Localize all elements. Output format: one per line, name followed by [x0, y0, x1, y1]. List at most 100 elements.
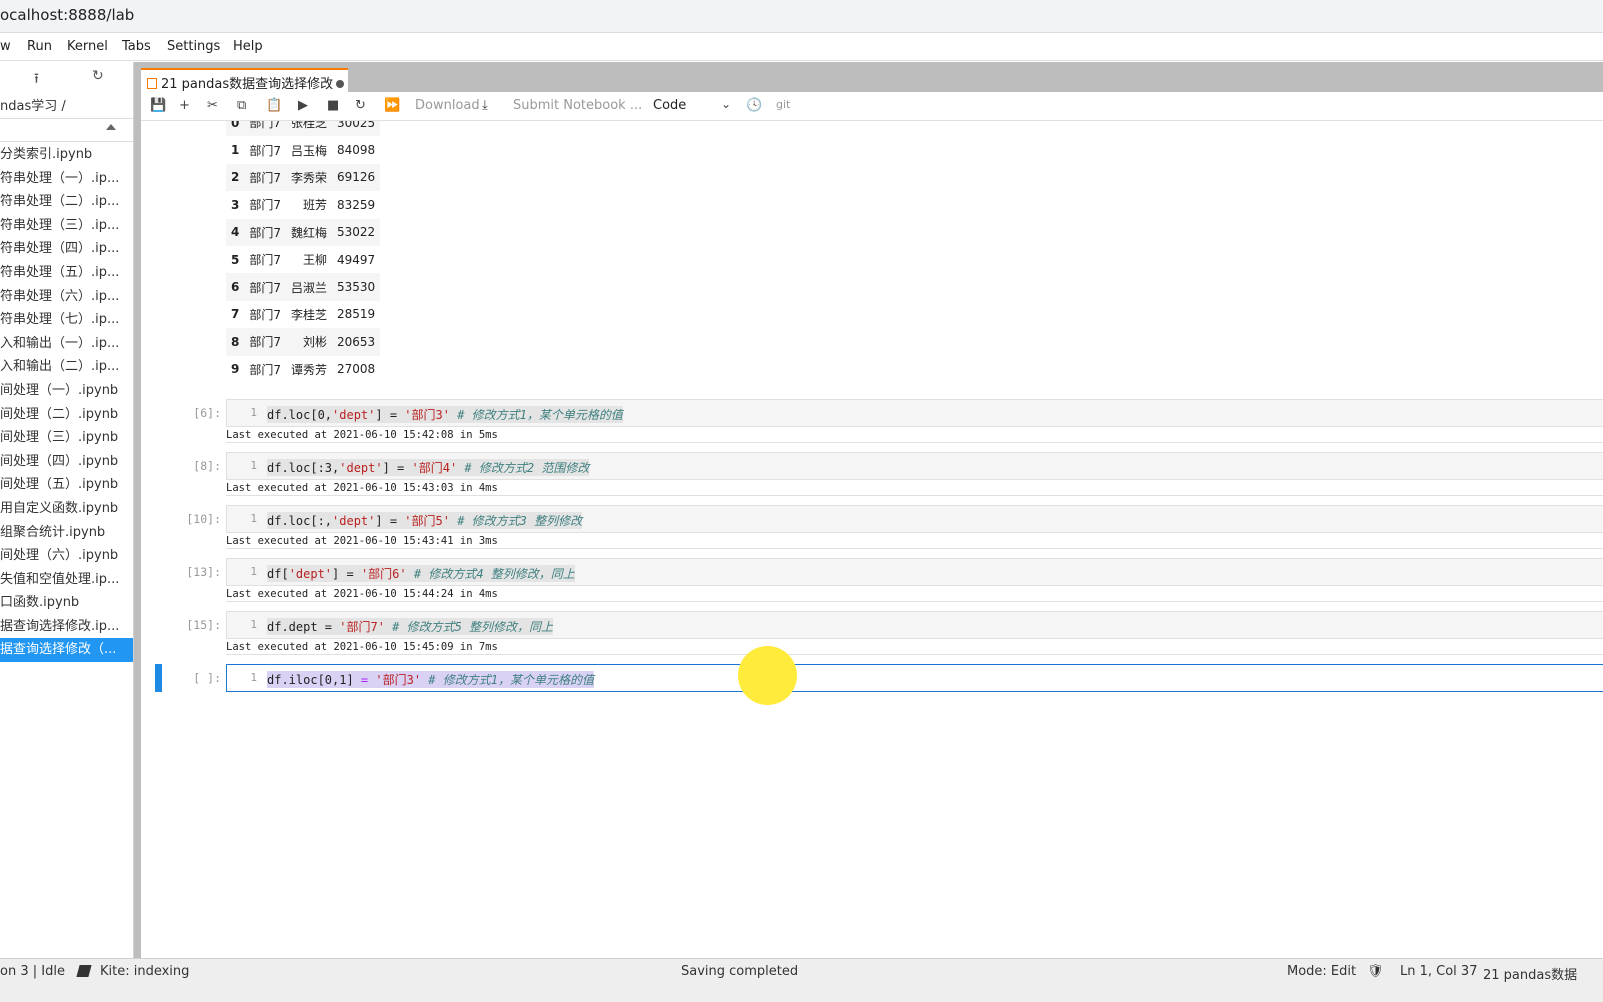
cell-editor[interactable]: 1 df.loc[0,'dept'] = '部门3' # 修改方式1，某个单元格的…: [226, 399, 1603, 427]
file-item[interactable]: 符串处理（七）.ip...: [0, 308, 133, 332]
file-item[interactable]: 口函数.ipynb: [0, 591, 133, 615]
download-button[interactable]: Download: [415, 98, 480, 113]
code-line[interactable]: df.iloc[0,1] = '部门3' # 修改方式1，某个单元格的值: [267, 671, 594, 688]
code-line[interactable]: df.loc[:,'dept'] = '部门5' # 修改方式3 整列修改: [267, 512, 583, 529]
file-item[interactable]: 间处理（六）.ipynb: [0, 544, 133, 568]
add-cell-icon[interactable]: +: [179, 98, 190, 113]
table-cell-name: 吕玉梅: [291, 143, 328, 158]
code-comment: # 修改方式3 整列修改: [449, 514, 583, 528]
chevron-down-icon[interactable]: ⌄: [721, 97, 731, 111]
sort-ascending-icon[interactable]: [106, 124, 116, 130]
file-item[interactable]: 失值和空值处理.ip...: [0, 568, 133, 592]
file-item[interactable]: 分类索引.ipynb: [0, 143, 133, 167]
menu-kernel[interactable]: Kernel: [67, 39, 108, 54]
file-item[interactable]: 符串处理（六）.ip...: [0, 285, 133, 309]
file-item[interactable]: 入和输出（二）.ip...: [0, 355, 133, 379]
code-text: df.loc[:3,: [267, 461, 340, 475]
table-cell-dept: 部门7: [249, 198, 281, 213]
file-item[interactable]: 符串处理（一）.ip...: [0, 167, 133, 191]
code-string: '部门3': [404, 408, 450, 422]
kite-icon: [76, 965, 92, 977]
table-cell-val: 69126: [332, 163, 381, 192]
notebook-panel: 💾 + ✂ ⧉ 📋 ▶ ■ ↻ ⏩ Download ⤓ Submit Note…: [141, 92, 1603, 974]
code-comment: # 修改方式2 范围修改: [457, 461, 590, 475]
line-number: 1: [250, 671, 257, 684]
menu-help[interactable]: Help: [233, 39, 263, 54]
cell-editor[interactable]: 1 df.iloc[0,1] = '部门3' # 修改方式1，某个单元格的值: [226, 664, 1603, 692]
refresh-icon[interactable]: ↻: [92, 68, 104, 84]
fast-forward-icon[interactable]: ⏩: [384, 98, 400, 113]
url-text[interactable]: ocalhost:8888/lab: [0, 6, 134, 24]
code-text: ] =: [375, 514, 405, 528]
tab-notebook[interactable]: 21 pandas数据查询选择修改: [141, 68, 348, 92]
file-item[interactable]: 间处理（二）.ipynb: [0, 403, 133, 427]
table-cell-dept: 部门7: [249, 307, 281, 322]
file-item[interactable]: 据查询选择修改.ip...: [0, 615, 133, 639]
code-line[interactable]: df.loc[0,'dept'] = '部门3' # 修改方式1，某个单元格的值: [267, 406, 623, 423]
line-number: 1: [250, 618, 257, 631]
submit-notebook-button[interactable]: Submit Notebook ...: [513, 98, 642, 113]
cell-editor[interactable]: 1 df.loc[:3,'dept'] = '部门4' # 修改方式2 范围修改: [226, 452, 1603, 480]
submit-download-icon[interactable]: ⤓: [482, 98, 488, 113]
file-item[interactable]: 符串处理（四）.ip...: [0, 237, 133, 261]
code-line[interactable]: df['dept'] = '部门6' # 修改方式4 整列修改，同上: [267, 565, 575, 582]
file-item[interactable]: 符串处理（三）.ip...: [0, 214, 133, 238]
table-cell-name: 张桂芝: [286, 121, 333, 137]
cell-type-select[interactable]: Code: [653, 98, 686, 113]
file-item[interactable]: 间处理（五）.ipynb: [0, 473, 133, 497]
file-item[interactable]: 符串处理（二）.ip...: [0, 190, 133, 214]
code-line[interactable]: df.dept = '部门7' # 修改方式5 整列修改，同上: [267, 618, 554, 635]
menu-settings[interactable]: Settings: [167, 39, 220, 54]
table-cell-idx: 8: [226, 328, 245, 356]
table-cell-idx: 2: [226, 163, 245, 192]
save-icon[interactable]: 💾: [150, 98, 166, 113]
table-cell-val: 84098: [337, 143, 376, 158]
code-string: '部门4': [411, 461, 458, 475]
cell-editor[interactable]: 1 df['dept'] = '部门6' # 修改方式4 整列修改，同上: [226, 558, 1603, 586]
cell-prompt: [6]:: [193, 406, 221, 420]
notebook-toolbar: 💾 + ✂ ⧉ 📋 ▶ ■ ↻ ⏩ Download ⤓ Submit Note…: [141, 92, 1603, 121]
mouse-cursor-highlight: [738, 646, 797, 705]
restart-icon[interactable]: ↻: [355, 98, 366, 113]
git-button[interactable]: git: [776, 98, 790, 111]
table-cell-val: 49497: [337, 252, 376, 267]
file-item[interactable]: 间处理（一）.ipynb: [0, 379, 133, 403]
file-item[interactable]: 据查询选择修改（...: [0, 638, 133, 663]
mode-status[interactable]: Mode: Edit: [1287, 964, 1356, 979]
cell-divider: [226, 442, 1603, 443]
cell-editor[interactable]: 1 df.dept = '部门7' # 修改方式5 整列修改，同上: [226, 611, 1603, 639]
main-area: 21 pandas数据查询选择修改 💾 + ✂ ⧉ 📋 ▶ ■ ↻ ⏩ Down…: [134, 62, 1603, 974]
code-line[interactable]: df.loc[:3,'dept'] = '部门4' # 修改方式2 范围修改: [267, 459, 590, 476]
unsaved-dot-icon[interactable]: [336, 80, 345, 88]
kite-status[interactable]: Kite: indexing: [100, 964, 189, 979]
paste-icon[interactable]: 📋: [266, 98, 282, 113]
execution-time: Last executed at 2021-06-10 15:45:09 in …: [226, 641, 498, 653]
file-item[interactable]: 入和输出（一）.ip...: [0, 332, 133, 356]
execution-time: Last executed at 2021-06-10 15:42:08 in …: [226, 429, 498, 441]
table-row: 3 部门7 班芳 83259: [226, 191, 380, 218]
upload-icon[interactable]: ⭱: [34, 68, 39, 92]
menu-view[interactable]: w: [0, 39, 11, 54]
file-item[interactable]: 符串处理（五）.ip...: [0, 261, 133, 285]
status-bar: on 3 | Idle Kite: indexing Saving comple…: [0, 958, 1603, 1002]
clock-icon[interactable]: 🕓: [746, 98, 762, 113]
file-item[interactable]: 间处理（三）.ipynb: [0, 426, 133, 450]
breadcrumb[interactable]: ndas学习 /: [0, 95, 66, 114]
menu-tabs[interactable]: Tabs: [122, 39, 151, 54]
browser-address-bar[interactable]: ocalhost:8888/lab: [0, 0, 1603, 33]
file-item[interactable]: 用自定义函数.ipynb: [0, 497, 133, 521]
file-item[interactable]: 组聚合统计.ipynb: [0, 521, 133, 545]
execution-time: Last executed at 2021-06-10 15:44:24 in …: [226, 588, 498, 600]
cut-icon[interactable]: ✂: [207, 98, 218, 113]
menu-run[interactable]: Run: [27, 39, 52, 54]
cell-editor[interactable]: 1 df.loc[:,'dept'] = '部门5' # 修改方式3 整列修改: [226, 505, 1603, 533]
stop-icon[interactable]: ■: [327, 98, 339, 113]
file-list-header[interactable]: [0, 118, 133, 142]
cursor-position[interactable]: Ln 1, Col 37: [1400, 964, 1477, 979]
kernel-status[interactable]: on 3 | Idle: [0, 964, 65, 979]
copy-icon[interactable]: ⧉: [237, 98, 246, 113]
run-icon[interactable]: ▶: [298, 98, 308, 113]
notebook-content[interactable]: 0 部门7 张桂芝 30025 1 部门7 吕玉梅 84098 2 部门7 李秀荣 69126 3 部门7…: [141, 121, 1603, 974]
shield-icon[interactable]: 🛡: [1367, 964, 1384, 979]
file-item[interactable]: 间处理（四）.ipynb: [0, 450, 133, 474]
